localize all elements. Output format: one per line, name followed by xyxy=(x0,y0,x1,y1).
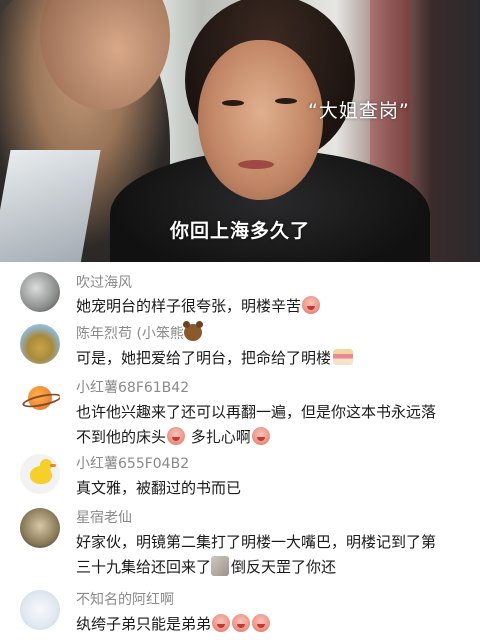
comment-item[interactable]: 陈年烈苟 (小笨熊 可是，她把爱给了明台，把命给了明楼 xyxy=(0,320,480,376)
bear-face-icon xyxy=(182,321,203,341)
comment-username[interactable]: 不知名的阿红啊 xyxy=(76,589,174,609)
user-avatar[interactable] xyxy=(20,508,60,548)
comment-text: 她宠明台的样子很夸张，明楼辛苦 xyxy=(76,294,476,319)
comment-line-2-tail: 倒反天罡了你还 xyxy=(231,558,337,576)
user-avatar[interactable] xyxy=(20,272,60,312)
comment-line-1: 好家伙，明镜第二集打了明楼一大嘴巴，明楼记到了第 xyxy=(76,533,437,551)
video-watermark: “大姐查岗” xyxy=(308,100,410,122)
comment-text-content: 她宠明台的样子很夸张，明楼辛苦 xyxy=(76,297,302,315)
comment-text: 也许他兴趣来了还可以再翻一遍，但是你这本书永远落 不到他的床头 多扎心啊 xyxy=(76,400,476,450)
comment-username[interactable]: 吹过海风 xyxy=(76,272,132,292)
comment-item[interactable]: 不知名的阿红啊 纨绔子弟只能是弟弟 xyxy=(0,586,480,640)
woman-eye-right xyxy=(275,98,297,104)
comment-item[interactable]: 小红薯68F61B42 也许他兴趣来了还可以再翻一遍，但是你这本书永远落 不到他… xyxy=(0,374,480,454)
comment-item[interactable]: 星宿老仙 好家伙，明镜第二集打了明楼一大嘴巴，明楼记到了第 三十九集给还回来了 倒… xyxy=(0,504,480,584)
user-avatar[interactable] xyxy=(20,378,60,418)
woman-lips xyxy=(238,160,274,169)
crying-face-icon xyxy=(212,614,231,632)
crying-face-icon xyxy=(232,614,251,632)
video-player[interactable]: “大姐查岗” 你回上海多久了 xyxy=(0,0,480,262)
sticker-icon xyxy=(211,556,230,576)
comment-line-2-tail: 多扎心啊 xyxy=(186,428,251,446)
comment-username-text: 陈年烈苟 (小笨熊 xyxy=(76,326,184,342)
comment-username[interactable]: 陈年烈苟 (小笨熊 xyxy=(76,321,203,343)
comment-text: 可是，她把爱给了明台，把命给了明楼 xyxy=(76,346,476,371)
comment-text: 纨绔子弟只能是弟弟 xyxy=(76,612,476,637)
woman-face xyxy=(198,40,323,200)
user-avatar[interactable] xyxy=(20,324,60,364)
comment-text: 好家伙，明镜第二集打了明楼一大嘴巴，明楼记到了第 三十九集给还回来了 倒反天罡了你… xyxy=(76,530,476,580)
crying-face-icon xyxy=(251,427,270,445)
crying-face-icon xyxy=(302,296,321,314)
comment-line-1: 也许他兴趣来了还可以再翻一遍，但是你这本书永远落 xyxy=(76,403,437,421)
video-subtitle: 你回上海多久了 xyxy=(169,220,310,242)
woman-eye-left xyxy=(222,100,244,106)
comment-text-content: 可是，她把爱给了明台，把命给了明楼 xyxy=(76,349,332,367)
user-avatar[interactable] xyxy=(20,454,60,494)
crying-face-icon xyxy=(252,614,271,632)
duck-beak xyxy=(50,464,56,467)
user-avatar[interactable] xyxy=(20,590,60,630)
comment-item[interactable]: 小红薯655F04B2 真文雅，被翻过的书而已 xyxy=(0,450,480,506)
comment-text: 真文雅，被翻过的书而已 xyxy=(76,479,242,497)
comment-text-content: 纨绔子弟只能是弟弟 xyxy=(76,615,212,633)
comment-line-2: 不到他的床头 多扎心啊 xyxy=(76,425,476,450)
comment-line-2-text: 三十九集给还回来了 xyxy=(76,558,212,576)
comment-line-2: 三十九集给还回来了 倒反天罡了你还 xyxy=(76,555,476,580)
comment-username[interactable]: 小红薯655F04B2 xyxy=(76,453,189,473)
comment-username[interactable]: 小红薯68F61B42 xyxy=(76,377,189,397)
comment-line-2-text: 不到他的床头 xyxy=(76,428,167,446)
comment-item[interactable]: 吹过海风 她宠明台的样子很夸张，明楼辛苦 xyxy=(0,264,480,322)
cake-icon xyxy=(333,349,354,365)
comment-username[interactable]: 星宿老仙 xyxy=(76,507,132,527)
crying-face-icon xyxy=(167,427,186,445)
